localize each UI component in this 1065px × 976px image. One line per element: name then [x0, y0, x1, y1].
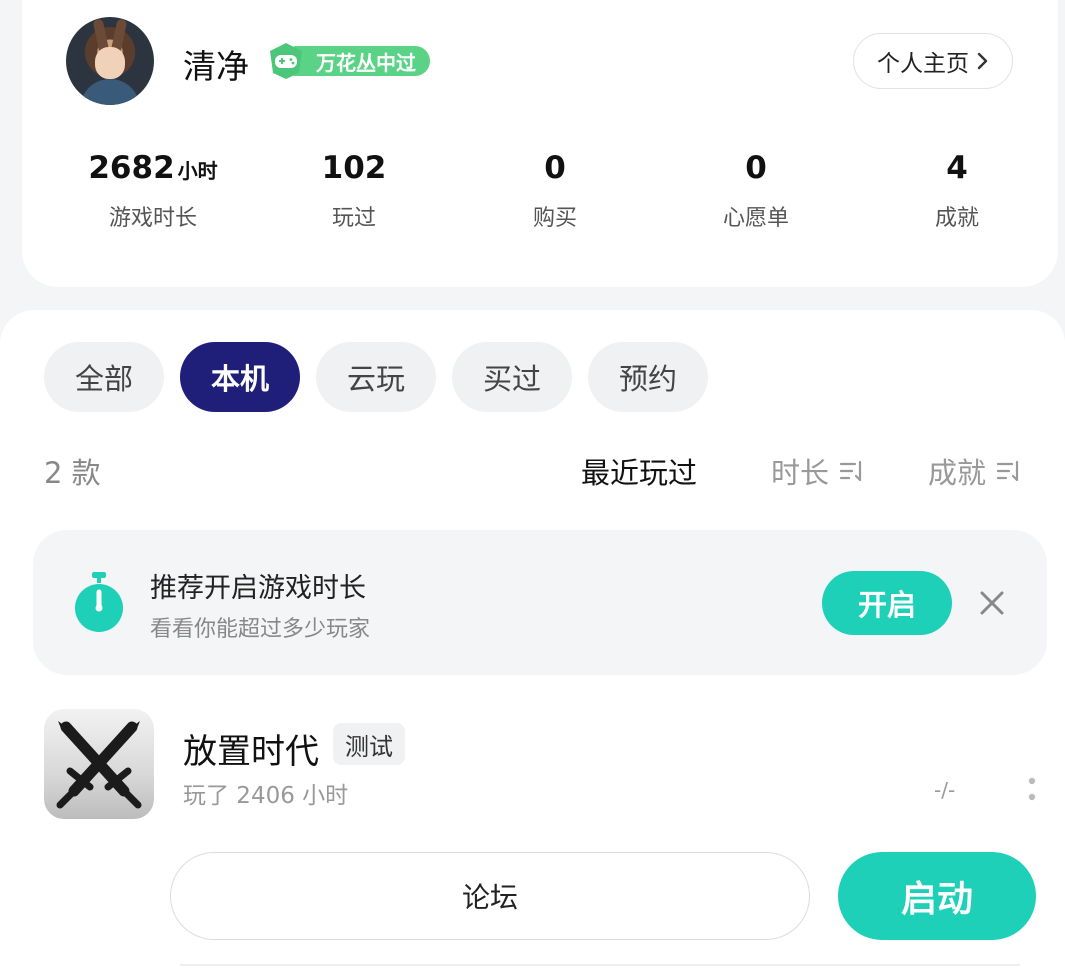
game-title[interactable]: 放置时代 — [183, 724, 319, 773]
launch-button[interactable]: 启动 — [838, 852, 1036, 940]
chevron-right-icon — [977, 52, 988, 70]
close-icon[interactable] — [978, 589, 1006, 617]
stat-achievements[interactable]: 4 成就 — [857, 150, 1057, 232]
enable-playtime-button[interactable]: 开启 — [822, 571, 952, 635]
sort-label: 最近玩过 — [581, 456, 698, 490]
more-options-icon[interactable] — [1027, 776, 1037, 802]
user-badge[interactable]: 万花丛中过 — [266, 42, 430, 80]
stat-value: 0 — [745, 150, 767, 186]
sort-achievements[interactable]: 成就 — [928, 450, 1022, 492]
stat-label: 玩过 — [331, 206, 376, 231]
divider — [180, 964, 1020, 966]
sort-label: 成就 — [928, 456, 987, 490]
game-count: 2 款 — [44, 456, 101, 490]
tab-reserved[interactable]: 预约 — [588, 342, 708, 412]
sort-duration[interactable]: 时长 — [771, 450, 865, 492]
stat-value: 102 — [321, 150, 387, 186]
stat-label: 购买 — [532, 206, 577, 231]
stat-wishlist[interactable]: 0 心愿单 — [656, 150, 856, 232]
stat-unit: 小时 — [177, 159, 218, 183]
homepage-label: 个人主页 — [877, 51, 969, 77]
test-tag: 测试 — [333, 723, 405, 765]
stat-label: 心愿单 — [722, 206, 789, 231]
recommend-subtitle: 看看你能超过多少玩家 — [150, 617, 371, 642]
avatar[interactable] — [66, 17, 154, 105]
game-rating: -/- — [934, 778, 956, 802]
tab-local[interactable]: 本机 — [180, 342, 300, 412]
tab-cloud[interactable]: 云玩 — [316, 342, 436, 412]
username: 清净 — [183, 47, 249, 86]
crossed-swords-icon — [56, 721, 142, 809]
stat-played[interactable]: 102 玩过 — [254, 150, 454, 232]
homepage-button[interactable]: 个人主页 — [853, 33, 1013, 89]
tab-bought[interactable]: 买过 — [452, 342, 572, 412]
stat-purchased[interactable]: 0 购买 — [455, 150, 655, 232]
stat-label: 成就 — [934, 206, 979, 231]
gamepad-shield-icon — [270, 43, 302, 79]
stat-value: 4 — [946, 150, 968, 186]
stat-playtime[interactable]: 2682 小时 游戏时长 — [53, 150, 253, 232]
sort-label: 时长 — [771, 456, 830, 490]
forum-button[interactable]: 论坛 — [170, 852, 810, 940]
stat-value: 0 — [544, 150, 566, 186]
sort-icon — [996, 460, 1019, 482]
badge-label: 万花丛中过 — [294, 46, 430, 76]
stat-label: 游戏时长 — [108, 206, 197, 231]
played-hours: 玩了 2406 小时 — [183, 783, 349, 809]
recommend-title: 推荐开启游戏时长 — [150, 573, 366, 604]
sort-icon — [839, 460, 862, 482]
tab-all[interactable]: 全部 — [44, 342, 164, 412]
stopwatch-icon — [75, 572, 123, 632]
game-icon[interactable] — [44, 709, 154, 819]
sort-recent[interactable]: 最近玩过 — [581, 450, 697, 492]
stat-value: 2682 — [88, 150, 175, 186]
